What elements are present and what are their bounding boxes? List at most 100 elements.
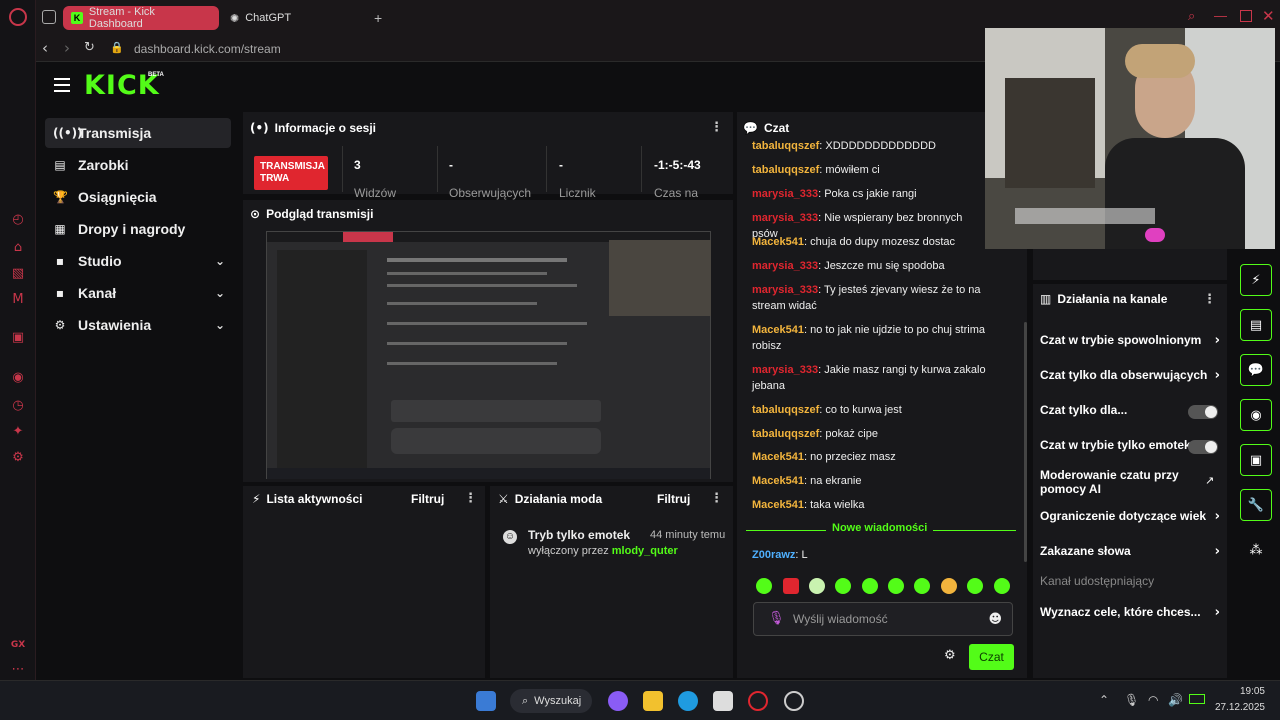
sidebar-item-ustawienia[interactable]: ⚙ Ustawienia ⌄ — [45, 310, 231, 340]
forward-icon[interactable]: › — [64, 39, 70, 57]
gx-label[interactable]: GX — [9, 636, 27, 654]
sidebar-item-dropy[interactable]: ▦ Dropy i nagrody — [45, 214, 231, 244]
search-tabs-icon[interactable]: ⌕ — [1188, 9, 1195, 24]
file-explorer-icon[interactable] — [643, 691, 663, 711]
kebab-menu-icon[interactable]: ⋮ — [710, 120, 723, 135]
chat-username[interactable]: marysia_333 — [752, 364, 818, 376]
emote-icon[interactable] — [941, 578, 957, 594]
chat-username[interactable]: Macek541 — [752, 451, 804, 463]
subscribers-only-row[interactable]: Czat tylko dla... — [1040, 403, 1220, 419]
chat-username[interactable]: tabaluqqszef — [752, 140, 819, 152]
chat-message[interactable]: Macek541: no przeciez masz — [752, 449, 988, 465]
tools-button[interactable]: 🔧 — [1240, 489, 1272, 521]
emote-only-row[interactable]: Czat w trybie tylko emotek — [1040, 438, 1220, 454]
chat-message[interactable]: marysia_333: Jeszcze mu się spodoba — [752, 258, 988, 274]
emote-icon[interactable] — [835, 578, 851, 594]
emote-icon[interactable] — [994, 578, 1010, 594]
chat-username[interactable]: Macek541 — [752, 499, 804, 511]
maximize-icon[interactable] — [1240, 10, 1252, 22]
extensions-icon[interactable]: ✦ — [9, 422, 27, 440]
goals-row[interactable]: Wyznacz cele, które chces... › — [1040, 605, 1220, 620]
sidebar-item-zarobki[interactable]: ▤ Zarobki — [45, 150, 231, 180]
microphone-icon[interactable]: 🎙 — [768, 611, 785, 626]
sidebar-item-osiagniecia[interactable]: 🏆 Osiągnięcia — [45, 182, 231, 212]
bag-icon[interactable]: ⌂ — [9, 238, 27, 256]
followers-only-row[interactable]: Czat tylko dla obserwujących › — [1040, 368, 1220, 383]
chat-message[interactable]: tabaluqqszef: pokaż cipe — [752, 426, 988, 442]
opera-logo-icon[interactable] — [9, 8, 27, 26]
speed-dial-icon[interactable]: ◴ — [9, 210, 27, 228]
emoji-picker-icon[interactable]: ☻ — [988, 612, 1002, 627]
reload-icon[interactable]: ↻ — [84, 40, 95, 55]
chat-username[interactable]: Macek541 — [752, 236, 804, 248]
lightning-button[interactable]: ⚡ — [1240, 264, 1272, 296]
tray-expand-icon[interactable]: ⌃ — [1099, 693, 1109, 707]
chat-message[interactable]: tabaluqqszef: mówiłem ci — [752, 162, 988, 178]
chat-message[interactable]: tabaluqqszef: XDDDDDDDDDDDDD — [752, 138, 988, 154]
history-icon[interactable]: ◷ — [9, 396, 27, 414]
close-window-icon[interactable]: ✕ — [1262, 7, 1275, 25]
chat-message[interactable]: Macek541: na ekranie — [752, 473, 988, 489]
emote-icon[interactable] — [809, 578, 825, 594]
wifi-icon[interactable]: ◠ — [1148, 693, 1158, 707]
mod-actions-filter-button[interactable]: Filtruj — [657, 492, 690, 506]
new-tab-icon[interactable]: + — [374, 10, 382, 26]
chat-username[interactable]: marysia_333 — [752, 188, 818, 200]
broadcast-button[interactable]: ◉ — [1240, 399, 1272, 431]
chat-username[interactable]: Z00rawz — [752, 549, 795, 561]
chat-message[interactable]: marysia_333: Ty jesteś zjevany wiesz że … — [752, 282, 988, 314]
external-link-icon[interactable]: ↗ — [1205, 474, 1214, 487]
sidebar-item-transmisja[interactable]: ((•)) Transmisja — [45, 118, 231, 148]
battery-icon[interactable] — [1189, 694, 1205, 704]
chat-message[interactable]: Macek541: no to jak nie ujdzie to po chu… — [752, 322, 988, 354]
twitch-icon[interactable]: ▣ — [9, 328, 27, 346]
minimize-icon[interactable]: — — [1214, 8, 1227, 23]
microphone-icon[interactable]: 🎙 — [1124, 693, 1139, 707]
tab-kick-dashboard[interactable]: K Stream - Kick Dashboard — [63, 6, 219, 30]
edge-icon[interactable] — [678, 691, 698, 711]
age-restriction-row[interactable]: Ograniczenie dotyczące wiek › — [1040, 509, 1220, 524]
messenger-icon[interactable]: M — [9, 290, 27, 308]
chat-username[interactable]: tabaluqqszef — [752, 164, 819, 176]
chat-message[interactable]: tabaluqqszef: co to kurwa jest — [752, 402, 988, 418]
settings-icon[interactable]: ⚙ — [9, 448, 27, 466]
chat-input[interactable]: 🎙 Wyślij wiadomość ☻ — [753, 602, 1013, 636]
activity-filter-button[interactable]: Filtruj — [411, 492, 444, 506]
menu-icon[interactable] — [54, 78, 70, 92]
chat-message[interactable]: marysia_333: Poka cs jakie rangi — [752, 186, 988, 202]
player-icon[interactable]: ◉ — [9, 368, 27, 386]
emote-icon[interactable] — [862, 578, 878, 594]
store-icon[interactable] — [713, 691, 733, 711]
more-icon[interactable]: ⋯ — [9, 660, 27, 678]
chat-username[interactable]: marysia_333 — [752, 212, 818, 224]
kebab-menu-icon[interactable]: ⋮ — [464, 491, 477, 506]
kebab-menu-icon[interactable]: ⋮ — [710, 491, 723, 506]
chat-username[interactable]: tabaluqqszef — [752, 428, 819, 440]
taskbar-search[interactable]: ⌕ Wyszukaj — [510, 689, 592, 713]
banned-words-row[interactable]: Zakazane słowa › — [1040, 544, 1220, 559]
chat-message[interactable]: marysia_333: Jakie masz rangi ty kurwa z… — [752, 362, 988, 394]
emote-only-toggle[interactable] — [1188, 440, 1218, 454]
ai-moderation-row[interactable]: Moderowanie czatu przy pomocy AI — [1040, 468, 1190, 496]
kebab-menu-icon[interactable]: ⋮ — [1203, 292, 1216, 307]
clock-date[interactable]: 27.12.2025 — [1213, 702, 1265, 713]
volume-icon[interactable]: 🔊 — [1168, 693, 1183, 707]
chat-popout-button[interactable]: 💬 — [1240, 354, 1272, 386]
chat-username[interactable]: Macek541 — [752, 475, 804, 487]
new-messages-label[interactable]: Nowe wiadomości — [826, 522, 934, 534]
emote-icon[interactable] — [888, 578, 904, 594]
chat-message-latest[interactable]: Z00rawz: L — [752, 547, 988, 563]
chat-username[interactable]: tabaluqqszef — [752, 404, 819, 416]
tab-chatgpt[interactable]: ✺ ChatGPT — [222, 6, 362, 30]
mod-entry-user[interactable]: mlody_quter — [612, 545, 678, 557]
emote-icon[interactable] — [756, 578, 772, 594]
emote-icon[interactable] — [914, 578, 930, 594]
layout-button[interactable]: ▣ — [1240, 444, 1272, 476]
subscribers-only-toggle[interactable] — [1188, 405, 1218, 419]
copilot-icon[interactable] — [608, 691, 628, 711]
emote-icon[interactable] — [783, 578, 799, 594]
obs-icon[interactable] — [784, 691, 804, 711]
chat-username[interactable]: Macek541 — [752, 324, 804, 336]
notes-button[interactable]: ▤ — [1240, 309, 1272, 341]
chat-message[interactable]: Macek541: taka wielka — [752, 497, 988, 513]
